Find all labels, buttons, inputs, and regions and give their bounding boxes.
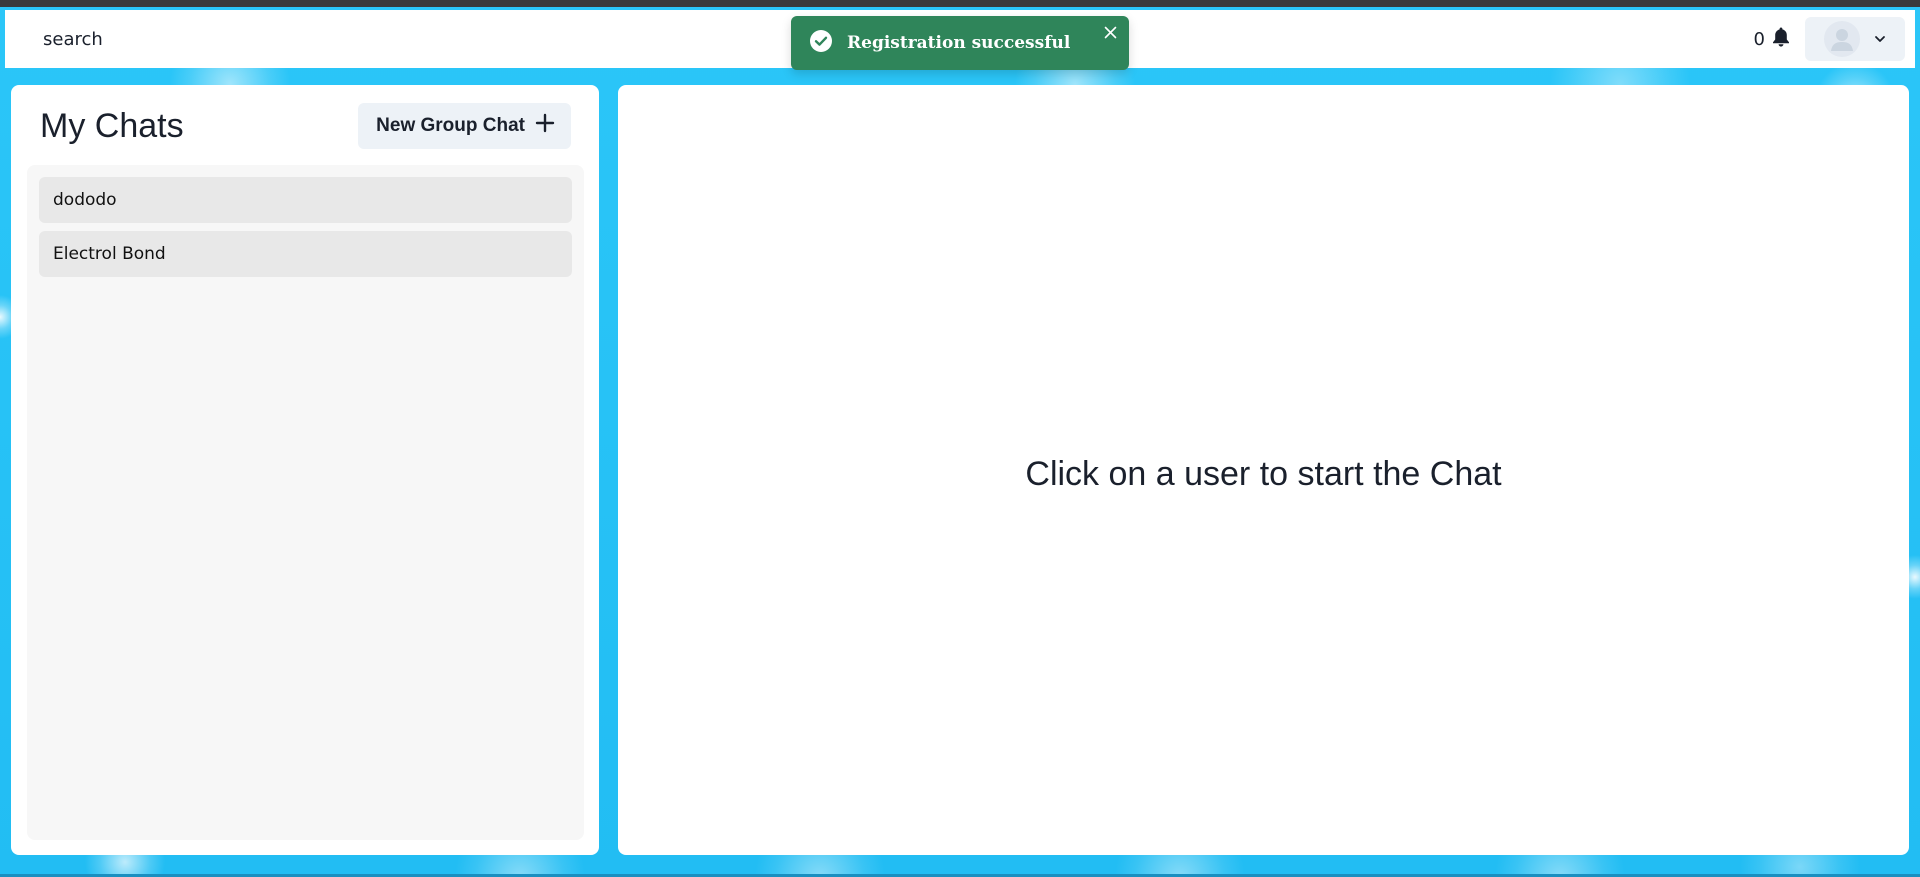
chat-box-panel: Click on a user to start the Chat: [618, 85, 1909, 855]
check-circle-icon: [809, 29, 833, 58]
profile-menu-button[interactable]: [1805, 17, 1905, 61]
chats-header: My Chats New Group Chat: [27, 103, 583, 149]
empty-chat-message: Click on a user to start the Chat: [1025, 454, 1502, 493]
chat-list: dododo Electrol Bond: [27, 165, 584, 840]
avatar: [1824, 21, 1860, 57]
my-chats-panel: My Chats New Group Chat dododo Electrol …: [11, 85, 599, 855]
notification-count: 0: [1753, 28, 1765, 50]
success-toast: Registration successful: [791, 16, 1129, 70]
chat-list-item[interactable]: Electrol Bond: [39, 231, 572, 277]
bell-icon: [1771, 26, 1791, 53]
search-label: search: [43, 28, 103, 50]
toast-message: Registration successful: [847, 33, 1071, 53]
window-top-bar: [0, 0, 1920, 7]
close-icon[interactable]: [1104, 26, 1117, 44]
chevron-down-icon: [1874, 30, 1886, 48]
chat-list-item[interactable]: dododo: [39, 177, 572, 223]
new-group-chat-label: New Group Chat: [376, 115, 525, 136]
search-button[interactable]: search: [29, 19, 117, 59]
user-avatar-icon: [1831, 29, 1853, 51]
notification-button[interactable]: 0: [1754, 26, 1791, 53]
plus-icon: [535, 113, 555, 139]
header-actions: 0: [1754, 17, 1905, 61]
my-chats-title: My Chats: [40, 106, 184, 145]
new-group-chat-button[interactable]: New Group Chat: [358, 103, 571, 149]
